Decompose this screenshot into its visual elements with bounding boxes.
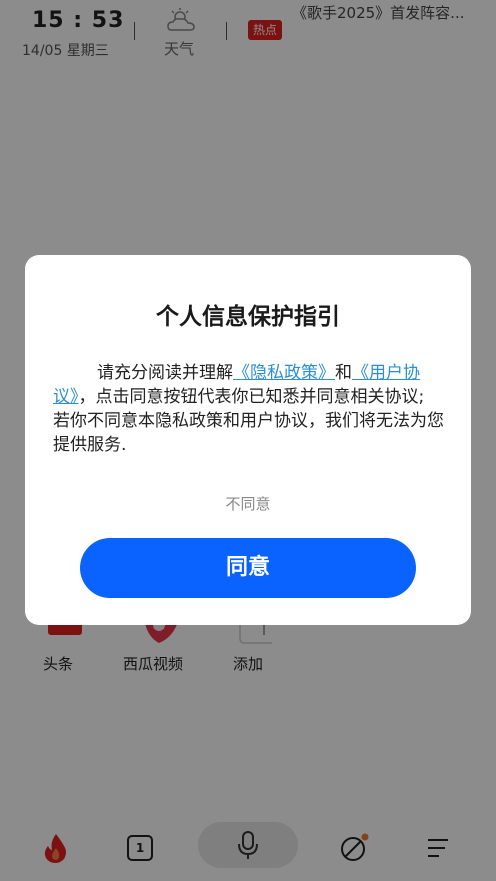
dialog-text-and: 和 [335, 363, 352, 383]
dialog-text-intro: 请充分阅读并理解 [97, 363, 233, 383]
privacy-dialog: 个人信息保护指引 请充分阅读并理解《隐私政策》和《用户协议》，点击同意按钮代表你… [25, 255, 471, 625]
dialog-body: 请充分阅读并理解《隐私政策》和《用户协议》，点击同意按钮代表你已知悉并同意相关协… [53, 361, 445, 457]
dialog-text-rest: ，点击同意按钮代表你已知悉并同意相关协议; 若你不同意本隐私政策和用户协议，我们… [53, 387, 444, 455]
privacy-policy-link[interactable]: 《隐私政策》 [233, 363, 335, 383]
dialog-title: 个人信息保护指引 [156, 304, 340, 330]
disagree-button[interactable]: 不同意 [25, 493, 471, 514]
agree-button[interactable]: 同意 [80, 538, 416, 598]
